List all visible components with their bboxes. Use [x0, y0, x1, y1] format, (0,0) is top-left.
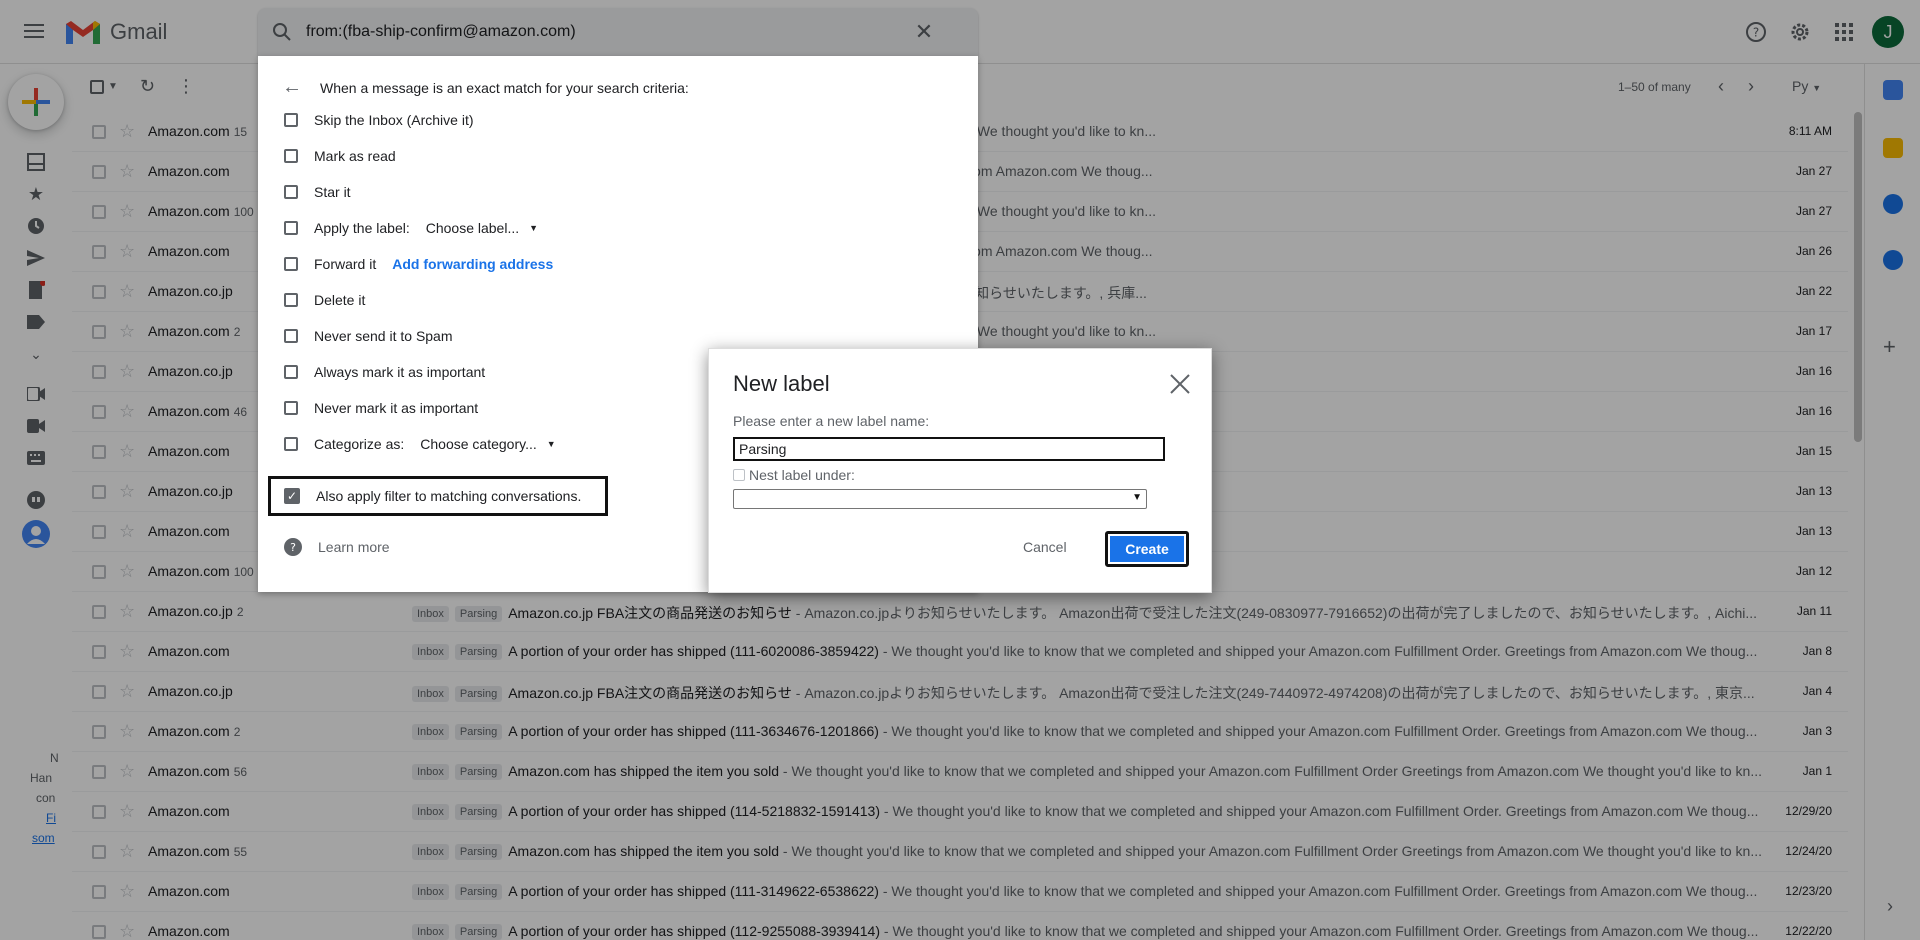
filter-option-label: Star it: [314, 184, 351, 200]
add-forwarding-address-link[interactable]: Add forwarding address: [392, 256, 553, 272]
dialog-title: New label: [733, 371, 830, 396]
filter-option-checkbox[interactable]: [284, 185, 298, 199]
filter-option-label: Forward it: [314, 256, 377, 272]
dropdown-caret-icon: ▼: [529, 223, 539, 233]
filter-option-label: Skip the Inbox (Archive it): [314, 112, 474, 128]
filter-option[interactable]: Delete it: [284, 288, 365, 312]
svg-text:?: ?: [290, 541, 296, 554]
filter-heading: When a message is an exact match for you…: [320, 79, 689, 96]
filter-option-checkbox[interactable]: [284, 329, 298, 343]
filter-option-dropdown[interactable]: Choose label... ▼: [426, 220, 538, 236]
nest-label-checkbox[interactable]: [733, 469, 745, 481]
create-button[interactable]: Create: [1105, 531, 1189, 567]
dropdown-value: Choose label...: [425, 220, 520, 236]
filter-option-checkbox[interactable]: [284, 293, 298, 307]
dropdown-caret-icon: ▼: [546, 439, 556, 449]
filter-option-label: Apply the label:: [314, 220, 410, 236]
dropdown-value: Choose category...: [420, 436, 537, 452]
label-name-prompt: Please enter a new label name:: [733, 413, 930, 429]
filter-option[interactable]: Mark as read: [284, 144, 396, 168]
also-apply-option[interactable]: ✓ Also apply filter to matching conversa…: [268, 476, 608, 516]
filter-option-dropdown[interactable]: Choose category... ▼: [420, 436, 555, 452]
also-apply-checkbox[interactable]: ✓: [284, 488, 300, 504]
filter-option[interactable]: Forward it Add forwarding address: [284, 252, 553, 276]
filter-option[interactable]: Skip the Inbox (Archive it): [284, 108, 474, 132]
filter-option-label: Delete it: [314, 292, 366, 308]
close-dialog-icon[interactable]: [1167, 371, 1193, 397]
filter-option[interactable]: Always mark it as important: [284, 360, 485, 384]
filter-option-checkbox[interactable]: [284, 401, 298, 415]
filter-option[interactable]: Star it: [284, 180, 351, 204]
filter-option[interactable]: Categorize as: Choose category... ▼: [284, 432, 556, 456]
filter-option-label: Categorize as:: [314, 436, 405, 452]
filter-option-label: Never mark it as important: [314, 400, 479, 416]
help-circle-icon: ?: [284, 538, 302, 556]
label-name-input[interactable]: [733, 437, 1165, 461]
parent-label-select[interactable]: ▼: [733, 489, 1147, 509]
filter-option-checkbox[interactable]: [284, 257, 298, 271]
filter-option-checkbox[interactable]: [284, 113, 298, 127]
filter-option-checkbox[interactable]: [284, 365, 298, 379]
filter-option[interactable]: Apply the label: Choose label... ▼: [284, 216, 538, 240]
filter-option-checkbox[interactable]: [284, 437, 298, 451]
nest-label-text: Nest label under:: [749, 467, 855, 483]
filter-option-checkbox[interactable]: [284, 221, 298, 235]
cancel-button[interactable]: Cancel: [1023, 539, 1067, 555]
filter-option-checkbox[interactable]: [284, 149, 298, 163]
filter-option-label: Always mark it as important: [314, 364, 486, 380]
back-arrow-icon[interactable]: ←: [282, 76, 302, 99]
filter-option-label: Never send it to Spam: [314, 328, 453, 344]
new-label-dialog: New label Please enter a new label name:…: [708, 348, 1212, 593]
select-chevron-down-icon: ▼: [1132, 492, 1142, 503]
filter-option[interactable]: Never mark it as important: [284, 396, 478, 420]
also-apply-label: Also apply filter to matching conversati…: [316, 488, 582, 504]
filter-option-label: Mark as read: [314, 148, 396, 164]
filter-option[interactable]: Never send it to Spam: [284, 324, 453, 348]
learn-more-link[interactable]: Learn more: [318, 539, 390, 555]
